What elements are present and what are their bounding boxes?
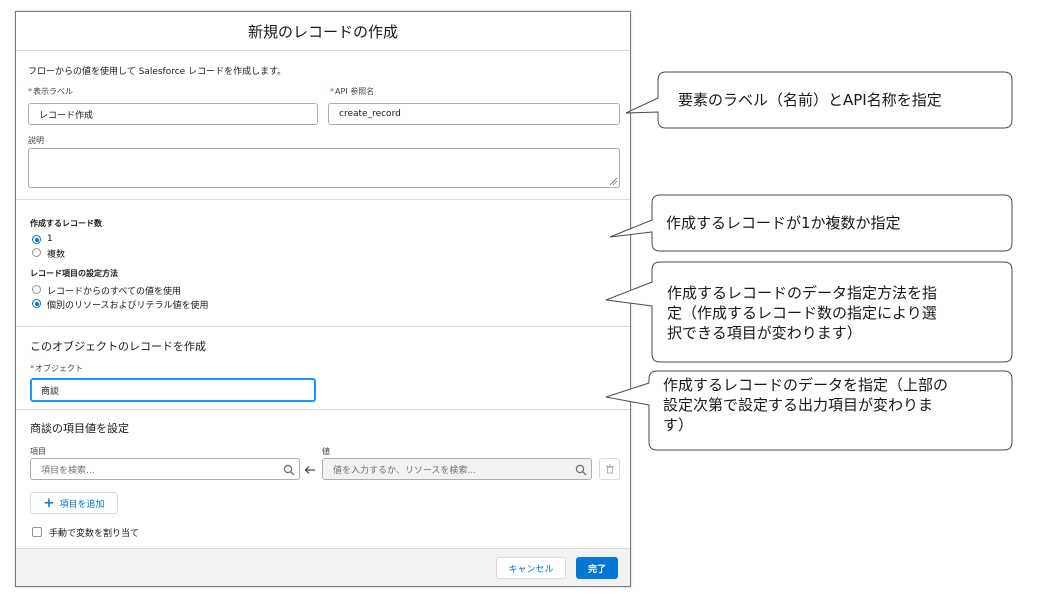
callout-3-line-2: 定（作成するレコード数の指定により選 — [667, 304, 937, 322]
callout-1-line-1: 要素のラベル（名前）とAPI名称を指定 — [678, 91, 942, 109]
callout-4-line-2: 設定次第で設定する出力項目が変わりま — [663, 396, 934, 414]
callout-3-line-1: 作成するレコードのデータ指定方法を指 — [667, 284, 938, 302]
callout-3-line-3: 択できる項目が変わります） — [667, 324, 862, 342]
callout-2-line-1: 作成するレコードが1か複数か指定 — [666, 214, 901, 232]
callout-4-line-3: す） — [663, 416, 694, 434]
callout-4-line-1: 作成するレコードのデータを指定（上部の — [663, 376, 949, 394]
